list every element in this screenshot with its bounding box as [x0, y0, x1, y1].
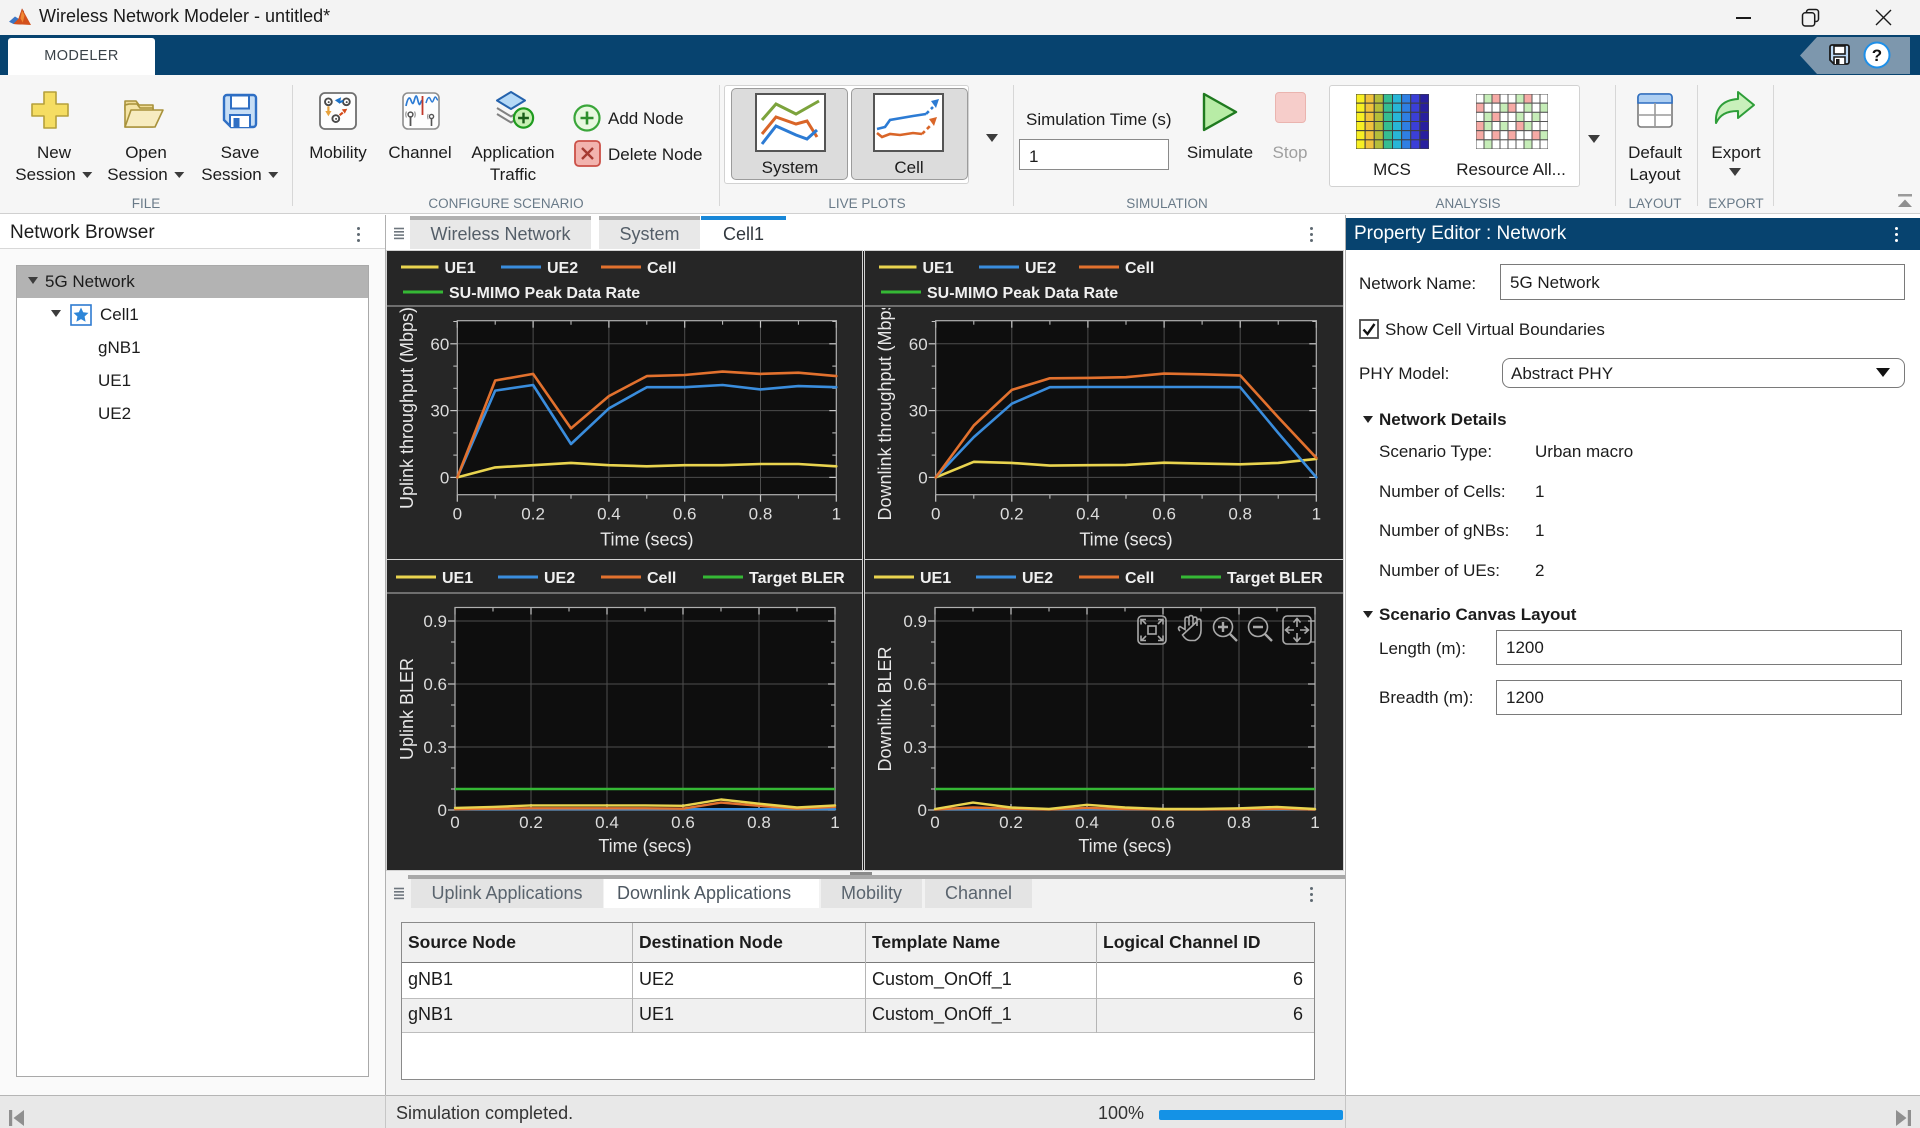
svg-text:Target BLER: Target BLER [1227, 570, 1323, 587]
svg-text:1: 1 [832, 505, 841, 524]
svg-text:UE1: UE1 [442, 570, 473, 587]
svg-text:0.3: 0.3 [423, 738, 447, 757]
svg-text:0.9: 0.9 [903, 612, 927, 631]
svg-text:0.2: 0.2 [521, 505, 545, 524]
svg-text:0: 0 [918, 801, 927, 820]
svg-text:0.8: 0.8 [747, 813, 771, 832]
svg-text:UE1: UE1 [923, 260, 954, 277]
svg-text:30: 30 [909, 402, 928, 421]
svg-text:1: 1 [1312, 505, 1321, 524]
svg-text:Time (secs): Time (secs) [1078, 836, 1171, 856]
svg-text:SU-MIMO Peak Data Rate: SU-MIMO Peak Data Rate [927, 285, 1118, 302]
svg-text:0.6: 0.6 [1152, 505, 1176, 524]
svg-text:Uplink BLER: Uplink BLER [397, 658, 417, 760]
svg-text:0: 0 [438, 801, 447, 820]
svg-text:0: 0 [440, 468, 449, 487]
svg-text:1: 1 [830, 813, 839, 832]
svg-text:Target BLER: Target BLER [749, 570, 845, 587]
svg-text:0.6: 0.6 [903, 675, 927, 694]
svg-text:0.9: 0.9 [423, 612, 447, 631]
svg-text:1: 1 [1310, 813, 1319, 832]
svg-text:Time (secs): Time (secs) [598, 836, 691, 856]
svg-text:0.6: 0.6 [671, 813, 695, 832]
svg-text:Uplink throughput (Mbps): Uplink throughput (Mbps) [397, 307, 417, 509]
svg-text:0: 0 [931, 505, 940, 524]
svg-text:Downlink throughput (Mbps): Downlink throughput (Mbps) [875, 295, 895, 520]
svg-text:UE2: UE2 [1025, 260, 1056, 277]
svg-text:0.6: 0.6 [1151, 813, 1175, 832]
svg-text:0.2: 0.2 [519, 813, 543, 832]
svg-text:Downlink BLER: Downlink BLER [875, 646, 895, 771]
svg-text:0.4: 0.4 [1076, 505, 1100, 524]
svg-text:0.4: 0.4 [597, 505, 621, 524]
svg-text:UE1: UE1 [920, 570, 951, 587]
svg-text:0.2: 0.2 [999, 813, 1023, 832]
svg-text:0.3: 0.3 [903, 738, 927, 757]
svg-text:0: 0 [918, 468, 927, 487]
svg-text:UE2: UE2 [544, 570, 575, 587]
svg-text:0.8: 0.8 [1228, 505, 1252, 524]
svg-text:UE2: UE2 [547, 260, 578, 277]
svg-text:SU-MIMO Peak Data Rate: SU-MIMO Peak Data Rate [449, 285, 640, 302]
svg-text:0.4: 0.4 [595, 813, 619, 832]
svg-text:UE1: UE1 [445, 260, 476, 277]
svg-text:Cell: Cell [1125, 260, 1154, 277]
svg-text:0.4: 0.4 [1075, 813, 1099, 832]
svg-text:Time (secs): Time (secs) [1079, 530, 1172, 550]
svg-text:0.8: 0.8 [1227, 813, 1251, 832]
svg-text:Cell: Cell [647, 260, 676, 277]
svg-text:0.8: 0.8 [749, 505, 773, 524]
svg-text:0.6: 0.6 [673, 505, 697, 524]
svg-text:?: ? [1872, 46, 1882, 65]
svg-text:0: 0 [450, 813, 459, 832]
svg-text:0.2: 0.2 [1000, 505, 1024, 524]
svg-text:Time (secs): Time (secs) [600, 530, 693, 550]
svg-text:30: 30 [430, 402, 449, 421]
svg-text:UE2: UE2 [1022, 570, 1053, 587]
svg-text:60: 60 [909, 335, 928, 354]
svg-text:0.6: 0.6 [423, 675, 447, 694]
svg-text:60: 60 [430, 335, 449, 354]
svg-text:0: 0 [930, 813, 939, 832]
svg-text:Cell: Cell [647, 570, 676, 587]
svg-text:0: 0 [453, 505, 462, 524]
svg-text:Cell: Cell [1125, 570, 1154, 587]
